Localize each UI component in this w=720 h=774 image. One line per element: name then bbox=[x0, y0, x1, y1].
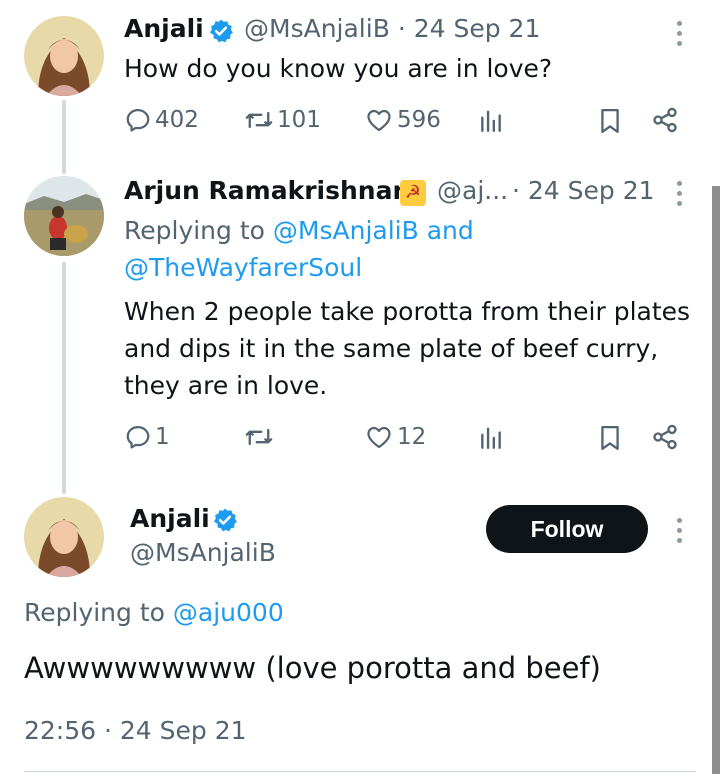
retweet-count: 101 bbox=[277, 107, 321, 133]
author-name[interactable]: Anjali bbox=[124, 14, 204, 43]
retweet-icon bbox=[245, 111, 273, 129]
views-icon bbox=[481, 110, 501, 132]
bookmark-button[interactable] bbox=[597, 106, 623, 136]
like-button[interactable]: 596 bbox=[364, 106, 441, 134]
replying-to: Replying to @MsAnjaliB and bbox=[124, 212, 474, 249]
replying-prefix: Replying to bbox=[24, 598, 165, 627]
tweet-text: How do you know you are in love? bbox=[124, 54, 553, 83]
tweet-text-line: and dips it in the same plate of beef cu… bbox=[124, 334, 659, 363]
tweet-date[interactable]: 24 Sep 21 bbox=[528, 176, 655, 205]
author-name[interactable]: Arjun Ramakrishnan bbox=[124, 176, 410, 205]
share-icon bbox=[653, 107, 677, 133]
retweet-button[interactable]: 101 bbox=[244, 106, 321, 134]
bookmark-button[interactable] bbox=[597, 423, 623, 453]
like-count: 596 bbox=[397, 107, 441, 133]
tweet-text: When 2 people take porotta from their pl… bbox=[124, 293, 690, 404]
reply-count: 1 bbox=[155, 424, 170, 450]
meta-separator: · bbox=[512, 176, 520, 205]
like-icon bbox=[367, 426, 391, 449]
views-button[interactable] bbox=[478, 108, 504, 134]
like-count: 12 bbox=[397, 424, 427, 450]
views-button[interactable] bbox=[478, 425, 504, 451]
reply-icon bbox=[126, 425, 150, 449]
share-icon bbox=[653, 424, 677, 450]
share-button[interactable] bbox=[651, 423, 679, 451]
thread-line-2 bbox=[62, 262, 66, 494]
reply-button[interactable]: 402 bbox=[124, 106, 199, 134]
hammer-sickle-flag-icon: ☭ bbox=[400, 180, 426, 206]
share-button[interactable] bbox=[651, 106, 679, 134]
retweet-icon bbox=[245, 428, 273, 446]
tweet-text: Awwwwwwwww (love porotta and beef) bbox=[24, 651, 601, 685]
tweet-date[interactable]: 24 Sep 21 bbox=[414, 14, 541, 43]
replying-to: Replying to @aju000 bbox=[24, 594, 284, 631]
bookmark-icon bbox=[601, 426, 619, 450]
reply-mention-link[interactable]: @MsAnjaliB bbox=[273, 216, 419, 245]
scrollbar[interactable] bbox=[712, 186, 720, 774]
tweet-text-line: they are in love. bbox=[124, 371, 328, 400]
follow-button[interactable]: Follow bbox=[486, 505, 648, 553]
avatar-anjali[interactable] bbox=[24, 16, 104, 96]
avatar-anjali[interactable] bbox=[24, 497, 104, 577]
like-icon bbox=[367, 109, 391, 132]
thread-line-1 bbox=[62, 100, 66, 174]
verified-badge-icon bbox=[208, 18, 234, 48]
verified-badge-icon bbox=[212, 507, 238, 537]
meta-separator: · bbox=[397, 14, 406, 43]
views-icon bbox=[481, 427, 501, 449]
reply-mention-link[interactable]: @TheWayfarerSoul bbox=[124, 253, 362, 282]
bookmark-icon bbox=[601, 109, 619, 133]
more-icon[interactable] bbox=[675, 181, 683, 206]
reply-count: 402 bbox=[155, 107, 199, 133]
tweet-timestamp[interactable]: 22:56 · 24 Sep 21 bbox=[24, 716, 247, 745]
more-icon[interactable] bbox=[675, 518, 683, 543]
divider bbox=[24, 771, 696, 772]
author-handle[interactable]: @aj... bbox=[437, 176, 508, 205]
avatar-arjun[interactable] bbox=[24, 176, 104, 256]
reply-mention-link[interactable]: @aju000 bbox=[173, 598, 284, 627]
like-button[interactable]: 12 bbox=[364, 423, 426, 451]
author-handle[interactable]: @MsAnjaliB bbox=[130, 538, 276, 567]
more-icon[interactable] bbox=[675, 21, 683, 46]
author-handle[interactable]: @MsAnjaliB bbox=[244, 14, 390, 43]
reply-icon bbox=[126, 108, 150, 132]
tweet-text-line: When 2 people take porotta from their pl… bbox=[124, 297, 691, 326]
replying-prefix: Replying to bbox=[124, 216, 265, 245]
retweet-button[interactable] bbox=[244, 423, 277, 451]
replying-and[interactable]: and bbox=[427, 216, 474, 245]
author-name[interactable]: Anjali bbox=[130, 504, 210, 533]
reply-button[interactable]: 1 bbox=[124, 423, 170, 451]
